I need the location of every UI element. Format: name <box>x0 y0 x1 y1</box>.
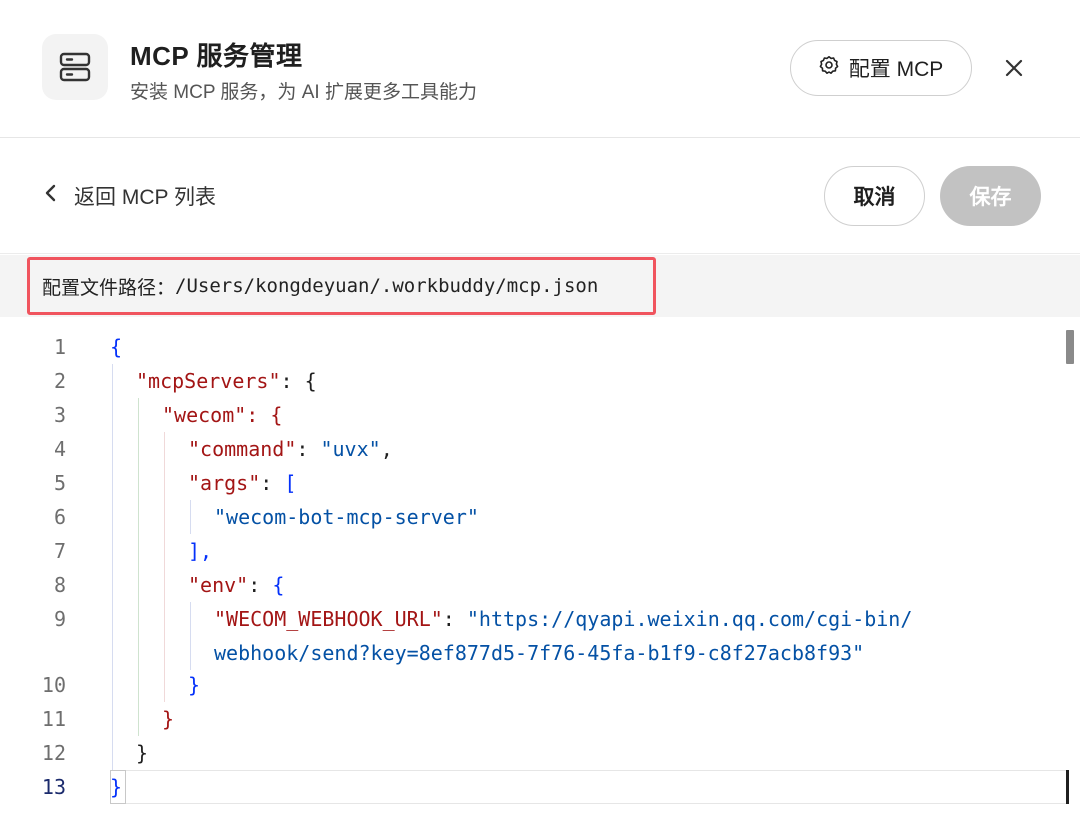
code-token: "wecom-bot-mcp-server" <box>214 505 479 529</box>
code-token: , <box>380 437 393 461</box>
indent-guide <box>112 364 113 770</box>
indent-guide <box>164 432 165 702</box>
close-icon[interactable] <box>996 50 1032 86</box>
code-token: } <box>162 707 175 731</box>
code-token: "args" <box>188 471 261 495</box>
line-number: 11 <box>41 707 66 731</box>
code-token: "https://qyapi.weixin.qq.com/cgi-bin/ <box>466 607 913 631</box>
code-token: } <box>136 741 149 765</box>
code-token: { <box>272 573 285 597</box>
code-token: webhook/send?key=8ef877d5-7f76-45fa-b1f9… <box>214 641 865 665</box>
code-token: "uvx" <box>320 437 381 461</box>
dialog-subtitle: 安装 MCP 服务，为 AI 扩展更多工具能力 <box>130 82 477 103</box>
code-token: } <box>110 775 123 799</box>
chevron-left-icon <box>44 183 58 209</box>
code-token: : <box>442 607 467 631</box>
indent-guide <box>138 398 139 736</box>
code-line-12: } <box>136 736 148 770</box>
gear-icon <box>819 55 839 81</box>
editor-scrollbar-marker <box>1066 770 1074 804</box>
json-code-editor[interactable]: 1 2 3 4 5 6 7 8 9 10 11 12 13 { "mcpServ… <box>0 318 1080 825</box>
editor-toolbar: 返回 MCP 列表 取消 保存 <box>0 139 1080 254</box>
active-line-highlight <box>110 770 1066 804</box>
code-line-4: "command": "uvx", <box>188 432 393 466</box>
code-line-2: "mcpServers": { <box>136 364 317 398</box>
code-token: "wecom" <box>162 403 247 427</box>
code-line-10: } <box>188 668 200 702</box>
code-token: "WECOM_WEBHOOK_URL" <box>214 607 443 631</box>
code-line-6: "wecom-bot-mcp-server" <box>214 500 479 534</box>
line-number-active: 13 <box>41 775 66 799</box>
config-path-highlight: 配置文件路径： /Users/kongdeyuan/.workbuddy/mcp… <box>27 257 656 315</box>
code-line-8: "env": { <box>188 568 284 602</box>
dialog-header: MCP 服务管理 安装 MCP 服务，为 AI 扩展更多工具能力 配置 MCP <box>0 0 1080 138</box>
line-number: 8 <box>53 573 66 597</box>
line-number: 12 <box>41 741 66 765</box>
indent-guide <box>190 500 191 534</box>
line-number: 2 <box>53 369 66 393</box>
config-path-value: /Users/kongdeyuan/.workbuddy/mcp.json <box>175 275 599 297</box>
code-token: : { <box>246 403 283 427</box>
config-path-label: 配置文件路径： <box>42 276 176 299</box>
code-token: "command" <box>188 437 297 461</box>
cancel-button[interactable]: 取消 <box>824 166 925 226</box>
line-number: 4 <box>53 437 66 461</box>
code-line-13: } <box>110 770 122 804</box>
code-token: : <box>296 437 321 461</box>
line-number: 7 <box>53 539 66 563</box>
code-line-9-wrap: webhook/send?key=8ef877d5-7f76-45fa-b1f9… <box>214 636 864 670</box>
config-path-bar: 配置文件路径： /Users/kongdeyuan/.workbuddy/mcp… <box>0 255 1080 317</box>
line-number: 3 <box>53 403 66 427</box>
line-number: 6 <box>53 505 66 529</box>
back-to-mcp-list-link[interactable]: 返回 MCP 列表 <box>44 181 216 211</box>
code-token: } <box>188 673 201 697</box>
code-line-7: ], <box>188 534 212 568</box>
code-line-5: "args": [ <box>188 466 296 500</box>
code-token: "env" <box>188 573 249 597</box>
config-mcp-label: 配置 MCP <box>848 58 944 81</box>
line-number: 9 <box>53 607 66 631</box>
line-number: 5 <box>53 471 66 495</box>
code-token: : <box>260 471 285 495</box>
code-token: { <box>110 335 123 359</box>
line-number: 1 <box>53 335 66 359</box>
server-icon <box>42 34 108 100</box>
code-line-1: { <box>110 330 122 364</box>
line-number: 10 <box>41 673 66 697</box>
indent-guide <box>190 602 191 670</box>
editor-scrollbar-thumb[interactable] <box>1066 330 1074 364</box>
code-line-9: "WECOM_WEBHOOK_URL": "https://qyapi.weix… <box>214 602 912 636</box>
code-token: [ <box>284 471 297 495</box>
code-token: : <box>248 573 273 597</box>
dialog-title: MCP 服务管理 <box>130 41 303 71</box>
code-token: "mcpServers" <box>136 369 281 393</box>
code-line-11: } <box>162 702 174 736</box>
back-label: 返回 MCP 列表 <box>74 186 216 209</box>
code-token: ], <box>188 539 213 563</box>
code-token: : { <box>280 369 317 393</box>
save-button[interactable]: 保存 <box>940 166 1041 226</box>
config-mcp-button[interactable]: 配置 MCP <box>790 40 972 96</box>
code-line-3: "wecom": { <box>162 398 282 432</box>
